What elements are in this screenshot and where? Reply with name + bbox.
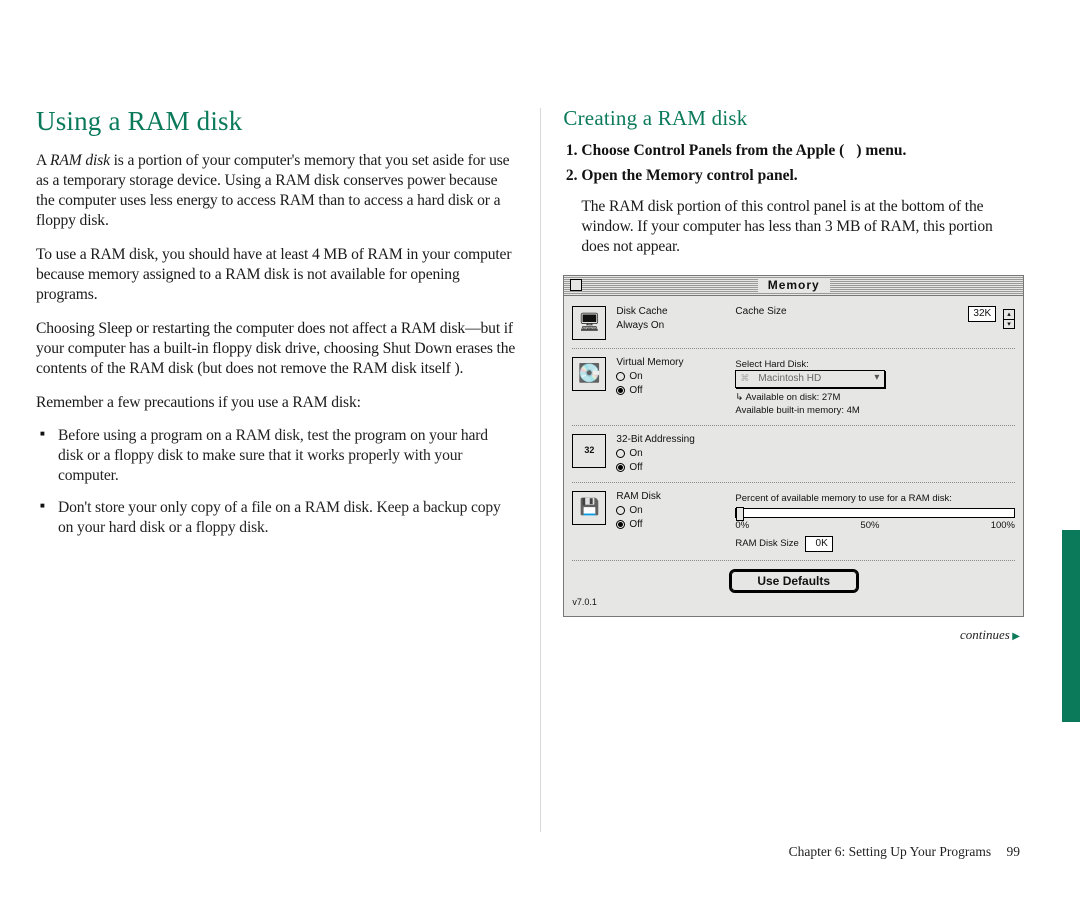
page-number: 99 xyxy=(1007,844,1021,859)
radio-filled-icon xyxy=(616,463,625,472)
ram-disk-controls: RAM Disk On Off xyxy=(616,491,731,531)
intro-paragraph: A RAM disk is a portion of your computer… xyxy=(36,151,515,231)
addr32-row: 32 32-Bit Addressing On Off xyxy=(572,430,1015,478)
use-defaults-button[interactable]: Use Defaults xyxy=(729,569,859,593)
vm-controls: Virtual Memory On Off xyxy=(616,357,731,397)
vm-off-label: Off xyxy=(629,385,642,397)
slider-ticks: 0% 50% 100% xyxy=(735,520,1015,531)
body-paragraph-3: Choosing Sleep or restarting the compute… xyxy=(36,319,515,379)
panel-body: Disk Cache Always On Cache Size 32K ▴▾ xyxy=(564,296,1023,616)
ram-disk-row: RAM Disk On Off Percent of available mem… xyxy=(572,487,1015,556)
ram-disk-label: RAM Disk xyxy=(616,491,731,503)
page-footer: Chapter 6: Setting Up Your Programs 99 xyxy=(789,844,1020,860)
monitor-icon xyxy=(572,306,606,340)
tick-0: 0% xyxy=(735,520,749,531)
steps-list: Choose Control Panels from the Apple ()… xyxy=(563,141,1024,187)
section-heading: Using a RAM disk xyxy=(36,106,515,137)
rd-off-label: Off xyxy=(629,519,642,531)
always-on-label: Always On xyxy=(616,320,731,332)
continues-indicator: continues xyxy=(563,627,1020,643)
chip-icon: 32 xyxy=(572,434,606,468)
avail-disk: Available on disk: 27M xyxy=(745,392,840,403)
cache-stepper[interactable]: ▴▾ xyxy=(1003,309,1015,329)
addr32-on-radio[interactable]: On xyxy=(616,448,731,460)
vm-on-label: On xyxy=(629,371,642,383)
avail-mem: Available built-in memory: 4M xyxy=(735,405,1015,416)
addr32-controls: 32-Bit Addressing On Off xyxy=(616,434,731,474)
radio-filled-icon xyxy=(616,386,625,395)
cache-size-label: Cache Size xyxy=(735,306,786,318)
close-box[interactable] xyxy=(570,279,582,291)
subsection-heading: Creating a RAM disk xyxy=(563,106,1024,131)
p1b-italic: RAM disk xyxy=(50,152,110,169)
radio-empty-icon xyxy=(616,506,625,515)
panel-title: Memory xyxy=(758,278,830,292)
ram-disk-size-field: 0K xyxy=(805,536,833,552)
separator-4 xyxy=(572,560,1015,561)
vm-info: Select Hard Disk: Macintosh HD ↳ Availab… xyxy=(731,357,1015,417)
rd-on-radio[interactable]: On xyxy=(616,505,731,517)
cache-size-field[interactable]: 32K xyxy=(968,306,996,322)
ram-disk-size-label: RAM Disk Size xyxy=(735,538,798,549)
vm-label: Virtual Memory xyxy=(616,357,731,369)
tick-50: 50% xyxy=(860,520,879,531)
addr32-off-label: Off xyxy=(629,462,642,474)
tick-100: 100% xyxy=(991,520,1015,531)
ram-disk-slider[interactable] xyxy=(735,508,1015,518)
column-divider xyxy=(540,108,541,832)
separator-2 xyxy=(572,425,1015,426)
disk-cache-label: Disk Cache xyxy=(616,306,731,318)
memory-control-panel: Memory Disk Cache Always On Cache Size 3… xyxy=(563,275,1024,617)
hd-popup[interactable]: Macintosh HD xyxy=(735,370,885,388)
addr32-label: 32-Bit Addressing xyxy=(616,434,731,446)
vm-off-radio[interactable]: Off xyxy=(616,385,731,397)
disk-cache-labels: Disk Cache Always On xyxy=(616,306,731,334)
panel-titlebar: Memory xyxy=(564,276,1023,296)
bullet-1: Before using a program on a RAM disk, te… xyxy=(58,426,515,486)
separator-1 xyxy=(572,348,1015,349)
body-paragraph-4: Remember a few precautions if you use a … xyxy=(36,393,515,413)
radio-filled-icon xyxy=(616,520,625,529)
addr32-on-label: On xyxy=(629,448,642,460)
percent-label: Percent of available memory to use for a… xyxy=(735,493,1015,504)
disk-cache-row: Disk Cache Always On Cache Size 32K ▴▾ xyxy=(572,302,1015,344)
panel-version: v7.0.1 xyxy=(572,597,1015,608)
rd-on-label: On xyxy=(629,505,642,517)
radio-empty-icon xyxy=(616,372,625,381)
ram-disk-slider-block: Percent of available memory to use for a… xyxy=(731,491,1015,552)
separator-3 xyxy=(572,482,1015,483)
left-column: Using a RAM disk A RAM disk is a portion… xyxy=(36,106,515,643)
slider-thumb[interactable] xyxy=(736,507,744,521)
disk-icon xyxy=(572,357,606,391)
step-explanation: The RAM disk portion of this control pan… xyxy=(581,197,1024,257)
precautions-list: Before using a program on a RAM disk, te… xyxy=(36,426,515,538)
rd-off-radio[interactable]: Off xyxy=(616,519,731,531)
ram-disk-size-row: RAM Disk Size 0K xyxy=(735,536,1015,552)
cache-size-block: Cache Size 32K ▴▾ xyxy=(731,306,1015,329)
body-paragraph-2: To use a RAM disk, you should have at le… xyxy=(36,245,515,305)
p1a: A xyxy=(36,152,50,169)
radio-empty-icon xyxy=(616,449,625,458)
right-column: Creating a RAM disk Choose Control Panel… xyxy=(563,106,1024,643)
edge-tab xyxy=(1062,530,1080,722)
chapter-label: Chapter 6: Setting Up Your Programs xyxy=(789,844,992,859)
virtual-memory-row: Virtual Memory On Off Select Hard Disk: … xyxy=(572,353,1015,421)
vm-on-radio[interactable]: On xyxy=(616,371,731,383)
addr32-off-radio[interactable]: Off xyxy=(616,462,731,474)
step-1: Choose Control Panels from the Apple ()… xyxy=(581,141,1024,162)
floppy-icon xyxy=(572,491,606,525)
select-hd-label: Select Hard Disk: xyxy=(735,359,1015,370)
bullet-2: Don't store your only copy of a file on … xyxy=(58,498,515,538)
step-2: Open the Memory control panel. xyxy=(581,166,1024,187)
